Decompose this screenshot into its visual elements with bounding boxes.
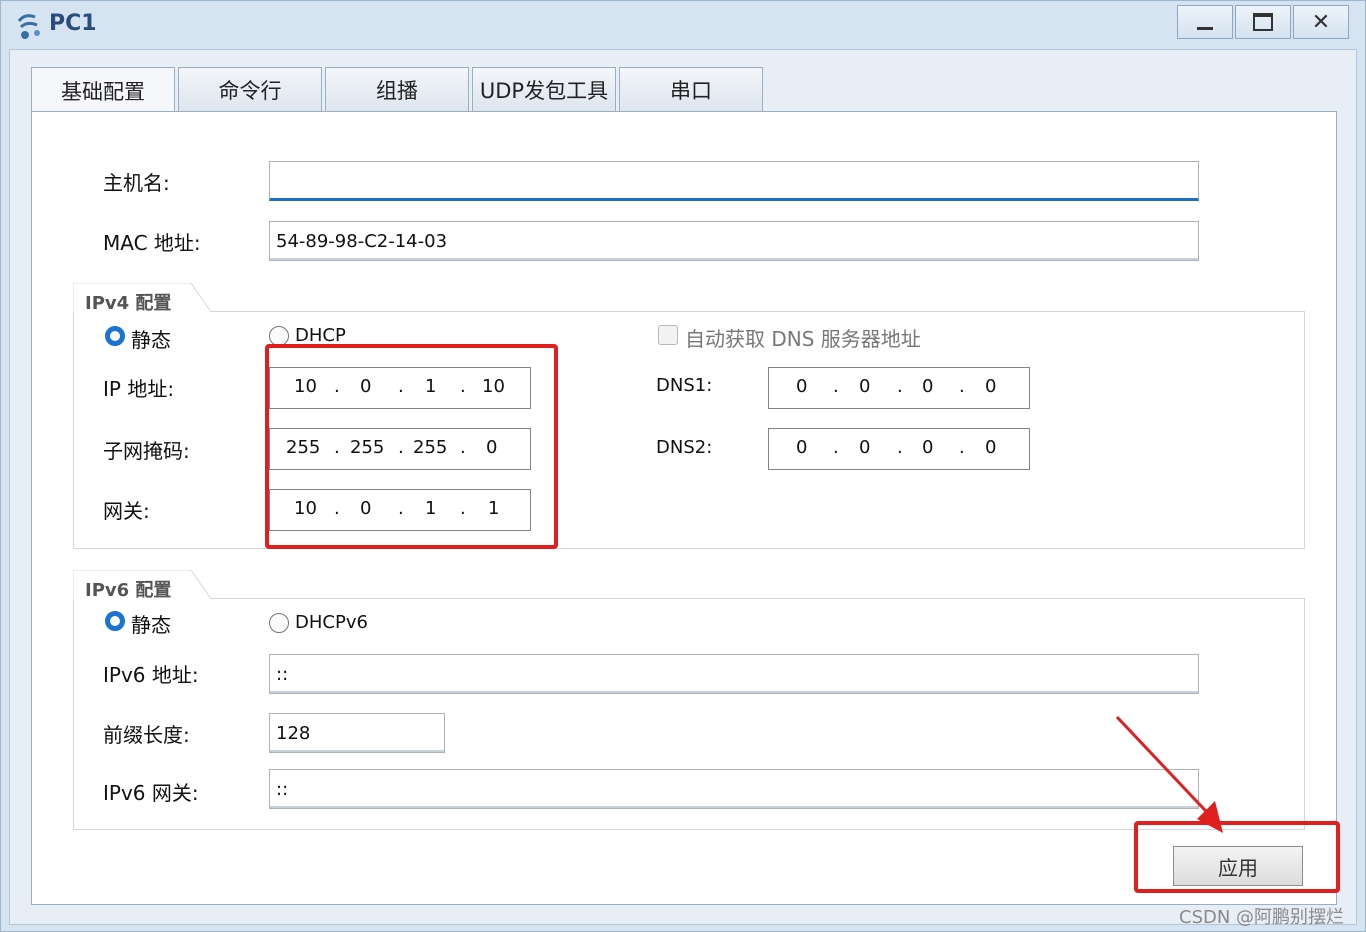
hostname-label: 主机名: xyxy=(103,171,170,195)
tab-multicast[interactable]: 组播 xyxy=(325,67,469,111)
dns-auto-checkbox[interactable] xyxy=(658,325,678,345)
ipv6-static-label: 静态 xyxy=(131,613,171,637)
dns1-input[interactable]: 0. 0. 0. 0 xyxy=(768,367,1030,409)
ipv4-static-radio[interactable] xyxy=(105,326,125,346)
close-button[interactable]: ✕ xyxy=(1293,5,1349,39)
ipv6-dhcp-radio[interactable] xyxy=(269,613,289,633)
watermark: CSDN @阿鹏别摆烂 xyxy=(1179,907,1345,928)
title-bar: PC1 ✕ xyxy=(1,1,1366,51)
gateway-label: 网关: xyxy=(103,499,150,523)
tab-udp-tool[interactable]: UDP发包工具 xyxy=(472,67,616,111)
ipv6-dhcp-label: DHCPv6 xyxy=(295,612,368,633)
maximize-icon xyxy=(1253,13,1273,31)
ipv4-dhcp-label: DHCP xyxy=(295,325,346,346)
minimize-button[interactable] xyxy=(1177,5,1233,39)
ipv6-static-radio[interactable] xyxy=(105,611,125,631)
red-arrow-annotation xyxy=(1115,715,1223,833)
tab-command-line[interactable]: 命令行 xyxy=(178,67,322,111)
dns-auto-label: 自动获取 DNS 服务器地址 xyxy=(685,327,921,351)
mac-address-field: 54-89-98-C2-14-03 xyxy=(269,221,1199,261)
network-pc-icon xyxy=(17,14,40,39)
apply-highlight-box xyxy=(1134,821,1340,893)
tab-serial-port[interactable]: 串口 xyxy=(619,67,763,111)
window-title: PC1 xyxy=(49,11,97,36)
ipv6-address-input[interactable]: :: xyxy=(269,654,1199,694)
ipv4-highlight-box xyxy=(265,344,558,549)
ip-address-label: IP 地址: xyxy=(103,377,175,401)
dns1-label: DNS1: xyxy=(656,375,713,396)
ipv4-group-title: IPv4 配置 xyxy=(85,289,172,315)
hostname-input[interactable] xyxy=(269,161,1199,201)
prefix-length-input[interactable]: 128 xyxy=(269,713,445,753)
minimize-icon xyxy=(1197,26,1213,30)
app-window: PC1 ✕ 基础配置 命令行 组播 UDP发包工具 串口 主机名: MAC 地址… xyxy=(0,0,1366,932)
ipv6-gateway-label: IPv6 网关: xyxy=(103,781,199,805)
dns2-label: DNS2: xyxy=(656,437,713,458)
close-icon: ✕ xyxy=(1311,9,1331,35)
maximize-button[interactable] xyxy=(1235,5,1291,39)
mac-address-label: MAC 地址: xyxy=(103,231,201,255)
subnet-mask-label: 子网掩码: xyxy=(103,439,190,463)
ipv6-group-title: IPv6 配置 xyxy=(85,576,172,602)
ipv6-gateway-input[interactable]: :: xyxy=(269,769,1199,809)
dns2-input[interactable]: 0. 0. 0. 0 xyxy=(768,428,1030,470)
ipv4-dhcp-radio[interactable] xyxy=(269,326,289,346)
prefix-length-label: 前缀长度: xyxy=(103,723,190,747)
ipv6-address-label: IPv6 地址: xyxy=(103,663,199,687)
ipv4-static-label: 静态 xyxy=(131,328,171,352)
tab-basic-config[interactable]: 基础配置 xyxy=(31,67,175,113)
